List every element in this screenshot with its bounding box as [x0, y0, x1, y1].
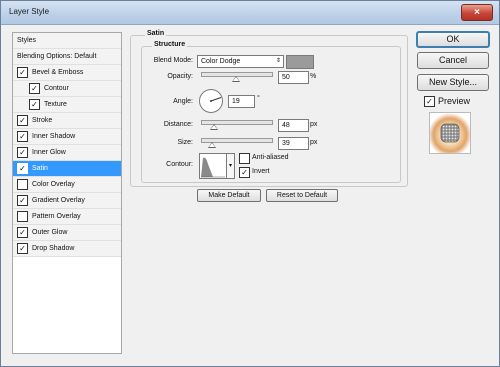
opacity-slider-thumb[interactable]: [232, 76, 240, 82]
angle-unit: °: [257, 95, 260, 102]
layer-style-dialog: Layer Style × Styles Blending Options: De…: [0, 0, 500, 367]
title-bar: Layer Style ×: [1, 1, 499, 25]
window-title: Layer Style: [9, 7, 50, 16]
angle-input[interactable]: 19: [228, 95, 255, 108]
sidebar-item-label: Bevel & Emboss: [32, 69, 84, 76]
sidebar-item-label: Inner Shadow: [32, 133, 76, 140]
distance-slider-thumb[interactable]: [210, 124, 219, 130]
sidebar-item-label: Contour: [44, 85, 69, 92]
sidebar-item-outer-glow[interactable]: ✓ Outer Glow: [13, 225, 121, 241]
angle-dial-icon: [210, 97, 222, 102]
sidebar-item-bevel-emboss[interactable]: ✓ Bevel & Emboss: [13, 65, 121, 81]
sidebar-checkbox[interactable]: ✓: [17, 243, 28, 254]
sidebar-checkbox[interactable]: ✓: [17, 195, 28, 206]
angle-label: Angle:: [173, 98, 193, 105]
checkmark-icon: ✓: [241, 168, 248, 177]
distance-label: Distance:: [163, 121, 193, 128]
sidebar-item-gradient-overlay[interactable]: ✓ Gradient Overlay: [13, 193, 121, 209]
satin-section-title: Satin: [145, 30, 167, 37]
blend-mode-value: Color Dodge: [201, 58, 241, 65]
sidebar-item-pattern-overlay[interactable]: Pattern Overlay: [13, 209, 121, 225]
contour-label: Contour:: [166, 161, 193, 168]
sidebar-checkbox[interactable]: ✓: [17, 115, 28, 126]
sidebar-checkbox[interactable]: ✓: [17, 163, 28, 174]
close-icon: ×: [474, 7, 480, 18]
distance-input[interactable]: 48: [278, 119, 309, 132]
cancel-button[interactable]: Cancel: [417, 52, 489, 69]
sidebar-item-label: Styles: [17, 37, 37, 44]
sidebar-item-styles[interactable]: Styles: [13, 33, 121, 49]
sidebar-item-inner-shadow[interactable]: ✓ Inner Shadow: [13, 129, 121, 145]
make-default-button[interactable]: Make Default: [197, 189, 261, 202]
satin-color-swatch[interactable]: [286, 55, 314, 69]
ok-button[interactable]: OK: [416, 31, 490, 48]
blend-mode-select[interactable]: Color Dodge ⇕: [197, 55, 284, 68]
dropdown-arrow-icon: ⇕: [275, 58, 281, 64]
anti-aliased-label: Anti-aliased: [252, 154, 289, 161]
new-style-button[interactable]: New Style...: [417, 74, 489, 91]
sidebar-item-drop-shadow[interactable]: ✓ Drop Shadow: [13, 241, 121, 257]
sidebar-item-label: Satin: [32, 165, 48, 172]
sidebar-checkbox[interactable]: ✓: [17, 147, 28, 158]
style-preview-thumbnail: [429, 112, 471, 154]
contour-preview[interactable]: [199, 153, 227, 179]
sidebar-checkbox[interactable]: [17, 179, 28, 190]
sidebar-item-label: Outer Glow: [32, 229, 68, 236]
invert-label: Invert: [252, 168, 270, 175]
distance-unit: px: [310, 121, 318, 128]
contour-dropdown[interactable]: ▾: [226, 153, 235, 179]
size-unit: px: [310, 139, 318, 146]
opacity-unit: %: [310, 73, 317, 80]
sidebar-item-contour[interactable]: ✓ Contour: [13, 81, 121, 97]
sidebar-item-stroke[interactable]: ✓ Stroke: [13, 113, 121, 129]
preview-image: [430, 113, 470, 153]
invert-checkbox[interactable]: ✓: [239, 167, 250, 178]
sidebar-item-label: Drop Shadow: [32, 245, 75, 252]
opacity-label: Opacity:: [167, 73, 193, 80]
sidebar-item-color-overlay[interactable]: Color Overlay: [13, 177, 121, 193]
sidebar-checkbox[interactable]: ✓: [17, 67, 28, 78]
sidebar-checkbox[interactable]: ✓: [17, 131, 28, 142]
preview-label: Preview: [438, 96, 471, 106]
chevron-down-icon: ▾: [228, 163, 232, 169]
preview-checkbox[interactable]: ✓: [424, 96, 435, 107]
size-input[interactable]: 39: [278, 137, 309, 150]
sidebar-item-label: Pattern Overlay: [32, 213, 81, 220]
sidebar-item-label: Color Overlay: [32, 181, 75, 188]
sidebar-item-texture[interactable]: ✓ Texture: [13, 97, 121, 113]
sidebar-item-inner-glow[interactable]: ✓ Inner Glow: [13, 145, 121, 161]
opacity-input[interactable]: 50: [278, 71, 309, 84]
sidebar-item-label: Inner Glow: [32, 149, 66, 156]
sidebar-item-label: Texture: [44, 101, 67, 108]
sidebar-item-satin[interactable]: ✓ Satin: [13, 161, 121, 177]
sidebar-checkbox[interactable]: ✓: [17, 227, 28, 238]
contour-curve-icon: [201, 157, 225, 178]
size-label: Size:: [177, 139, 193, 146]
checkmark-icon: ✓: [426, 97, 433, 106]
reset-to-default-button[interactable]: Reset to Default: [266, 189, 338, 202]
size-slider-thumb[interactable]: [208, 142, 217, 148]
sidebar-checkbox[interactable]: ✓: [29, 99, 40, 110]
blend-mode-label: Blend Mode:: [153, 57, 193, 64]
sidebar-item-label: Blending Options: Default: [17, 53, 97, 60]
angle-dial[interactable]: [199, 89, 223, 113]
sidebar-item-blending-options-default[interactable]: Blending Options: Default: [13, 49, 121, 65]
styles-list: Styles Blending Options: Default ✓ Bevel & …: [12, 32, 122, 354]
sidebar-checkbox[interactable]: [17, 211, 28, 222]
close-button[interactable]: ×: [461, 4, 493, 21]
sidebar-item-label: Gradient Overlay: [32, 197, 85, 204]
structure-section-title: Structure: [152, 41, 188, 48]
anti-aliased-checkbox[interactable]: [239, 153, 250, 164]
sidebar-checkbox[interactable]: ✓: [29, 83, 40, 94]
sidebar-item-label: Stroke: [32, 117, 53, 124]
